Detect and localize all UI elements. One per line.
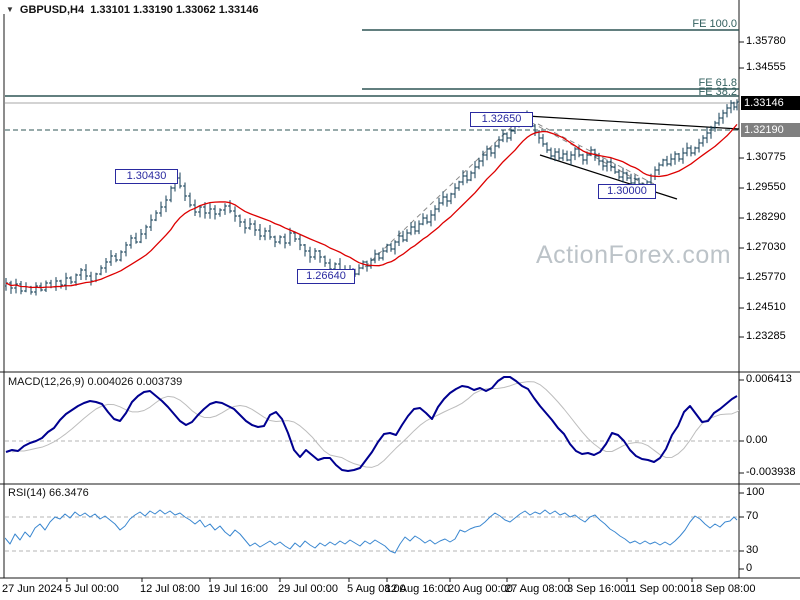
price-tick-label: 1.34555 — [746, 61, 786, 73]
price-tick-label: 1.30775 — [746, 151, 786, 163]
level-price-tag: 1.32190 — [741, 123, 800, 137]
price-tick-label: 1.27030 — [746, 241, 786, 253]
price-tick-label: 1.23285 — [746, 330, 786, 342]
rsi-tick-label: 30 — [746, 544, 759, 556]
date-tick-label: 12 Jul 08:00 — [140, 583, 200, 595]
annotation-1-30430[interactable]: 1.30430 — [115, 169, 178, 184]
annotation-1-32650[interactable]: 1.32650 — [470, 112, 533, 127]
chart-window: { "window": { "dropdown_icon": "▼", "sym… — [0, 0, 800, 600]
price-tick-label: 1.24510 — [746, 301, 786, 313]
price-tick-label: 1.25770 — [746, 271, 786, 283]
chart-title-bar: ▼ GBPUSD,H4 1.33101 1.33190 1.33062 1.331… — [6, 4, 258, 16]
price-tick-label: 1.28290 — [746, 211, 786, 223]
date-tick-label: 3 Sep 16:00 — [567, 583, 627, 595]
rsi-tick-label: 0 — [746, 562, 753, 574]
rsi-tick-label: 70 — [746, 510, 759, 522]
date-tick-label: 12 Aug 16:00 — [385, 583, 450, 595]
macd-indicator-label: MACD(12,26,9) 0.004026 0.003739 — [8, 376, 183, 388]
macd-tick-label: 0.00 — [746, 434, 768, 446]
price-tick-label: 1.35780 — [746, 35, 786, 47]
current-price-tag: 1.33146 — [741, 96, 800, 110]
macd-tick-label: 0.006413 — [746, 373, 792, 385]
fe-38-2-label[interactable]: FE 38.2 — [698, 86, 737, 98]
price-tick-label: 1.29550 — [746, 181, 786, 193]
fe-100-label[interactable]: FE 100.0 — [692, 18, 737, 30]
date-tick-label: 18 Sep 08:00 — [690, 583, 756, 595]
date-tick-label: 20 Aug 00:00 — [448, 583, 513, 595]
date-tick-label: 27 Jun 2024 — [2, 583, 63, 595]
macd-tick-label: -0.003938 — [746, 466, 796, 478]
date-tick-label: 11 Sep 00:00 — [625, 583, 690, 595]
symbol-period-label: GBPUSD,H4 — [19, 4, 85, 16]
rsi-indicator-label: RSI(14) 66.3476 — [8, 487, 89, 499]
symbol-dropdown-icon[interactable]: ▼ — [6, 5, 14, 14]
date-tick-label: 19 Jul 16:00 — [208, 583, 268, 595]
date-tick-label: 5 Jul 00:00 — [65, 583, 119, 595]
actionforex-watermark: ActionForex.com — [536, 241, 732, 269]
ohlc-values: 1.33101 1.33190 1.33062 1.33146 — [90, 4, 259, 16]
rsi-tick-label: 100 — [746, 486, 765, 498]
annotation-1-30000[interactable]: 1.30000 — [598, 184, 656, 199]
date-tick-label: 29 Jul 00:00 — [278, 583, 338, 595]
date-tick-label: 27 Aug 08:00 — [505, 583, 570, 595]
annotation-1-26640[interactable]: 1.26640 — [297, 269, 355, 284]
chart-canvas — [0, 0, 800, 582]
